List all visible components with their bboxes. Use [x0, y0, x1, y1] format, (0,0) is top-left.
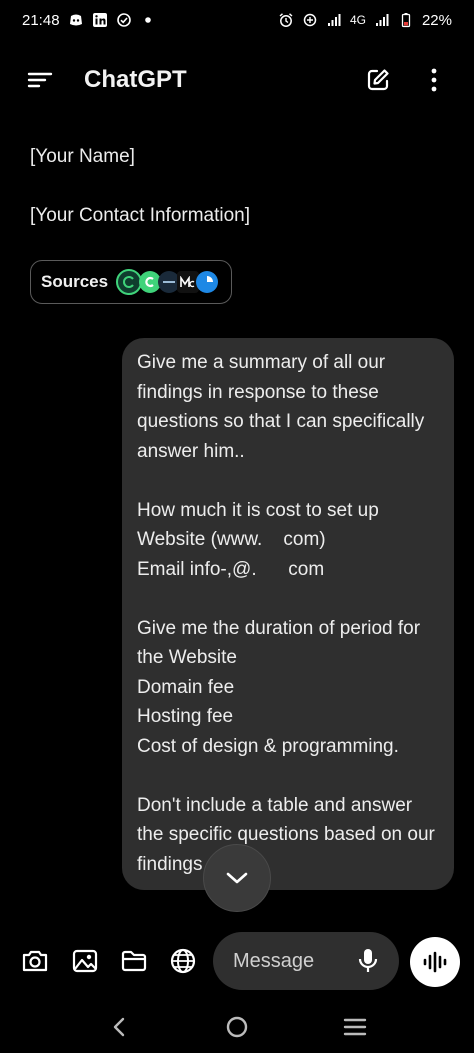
status-bar: 21:48 4G 22%	[0, 0, 474, 40]
message-placeholder: Message	[233, 949, 315, 972]
alarm-icon	[278, 12, 294, 28]
assistant-text-line: [Your Name]	[30, 146, 135, 167]
home-icon	[226, 1016, 248, 1038]
home-button[interactable]	[219, 1009, 255, 1045]
status-time: 21:48	[22, 11, 60, 29]
menu-button[interactable]	[20, 60, 60, 100]
battery-icon	[398, 12, 414, 28]
network-type: 4G	[349, 13, 366, 27]
conversation[interactable]: [Your Name] [Your Contact Information] S…	[0, 120, 474, 920]
battery-level: 22%	[421, 11, 452, 29]
assistant-text-line: [Your Contact Information]	[30, 205, 251, 226]
image-button[interactable]	[68, 944, 102, 978]
recents-icon	[343, 1018, 367, 1036]
globe-icon	[170, 948, 196, 974]
back-button[interactable]	[101, 1009, 137, 1045]
more-options-button[interactable]	[414, 60, 454, 100]
edit-icon	[367, 69, 389, 91]
source-favicon-icon	[196, 271, 219, 293]
menu-icon	[27, 72, 53, 88]
source-favicons	[116, 269, 219, 295]
status-right: 4G 22%	[278, 12, 452, 29]
sources-label: Sources	[41, 272, 109, 291]
system-nav-bar	[0, 1004, 474, 1050]
data-saver-icon	[302, 12, 318, 28]
dictate-button[interactable]	[355, 948, 381, 974]
back-icon	[113, 1017, 125, 1037]
voice-waveform-icon	[423, 951, 447, 973]
web-search-button[interactable]	[166, 944, 200, 978]
image-icon	[72, 949, 98, 973]
linkedin-icon	[92, 12, 108, 28]
check-circle-icon	[116, 12, 132, 28]
camera-icon	[22, 950, 48, 972]
voice-mode-button[interactable]	[410, 937, 460, 987]
signal-icon	[374, 12, 390, 28]
more-vertical-icon	[431, 68, 437, 92]
new-chat-button[interactable]	[358, 60, 398, 100]
camera-button[interactable]	[18, 944, 52, 978]
signal-icon	[326, 12, 342, 28]
scroll-down-button[interactable]	[203, 844, 271, 912]
dot-icon	[140, 12, 156, 28]
recents-button[interactable]	[337, 1009, 373, 1045]
files-button[interactable]	[117, 944, 151, 978]
message-input[interactable]: Message	[213, 932, 399, 990]
app-title: ChatGPT	[84, 66, 187, 93]
sources-button[interactable]: Sources	[30, 260, 232, 304]
app-header: ChatGPT	[0, 52, 474, 108]
status-left: 21:48	[22, 12, 156, 29]
chevron-down-icon	[226, 872, 248, 884]
user-message-bubble: Give me a summary of all our findings in…	[122, 338, 454, 890]
microphone-icon	[358, 949, 378, 972]
composer: Message	[0, 930, 474, 994]
discord-icon	[68, 12, 84, 28]
folder-icon	[121, 950, 147, 972]
